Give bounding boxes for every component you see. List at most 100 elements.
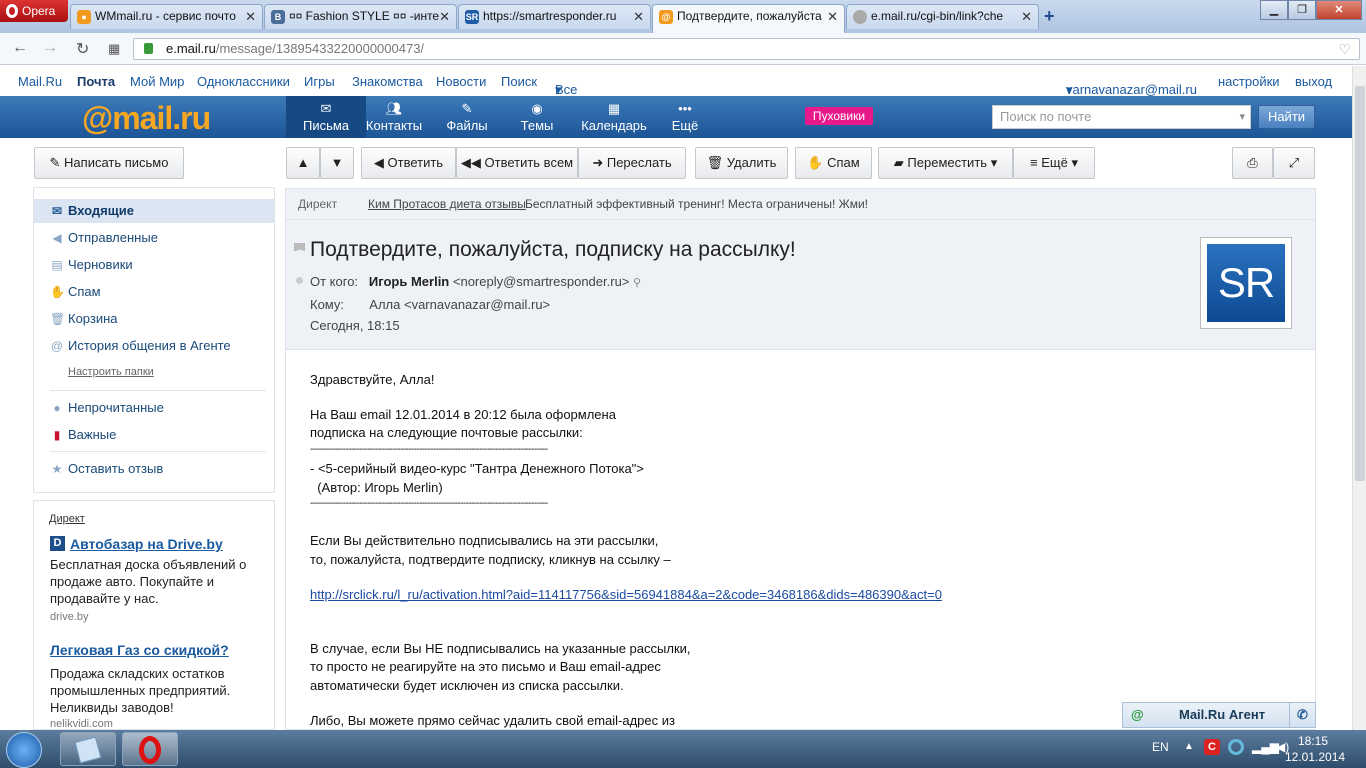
portal-link-games[interactable]: Игры (304, 74, 335, 89)
portal-link-search[interactable]: Поиск (501, 74, 537, 89)
tab-calendar[interactable]: ▦ Календарь (574, 96, 654, 138)
browser-tab-link[interactable]: e.mail.ru/cgi-bin/link?che ✕ (846, 4, 1039, 29)
taskbar-opera-icon[interactable] (122, 732, 178, 766)
portal-link-ok[interactable]: Одноклассники (197, 74, 290, 89)
ad-domain-2[interactable]: nelikvidi.com (50, 718, 113, 729)
tab-contacts[interactable]: 👥︎ Контакты (354, 96, 434, 138)
clock-date[interactable]: 12.01.2014 (1285, 750, 1345, 764)
body-line: автоматически будет исключен из списка р… (310, 678, 624, 693)
logout-link[interactable]: выход (1295, 74, 1332, 89)
mail-search-input[interactable]: Поиск по почте (992, 105, 1251, 129)
mailru-agent-bar[interactable]: @ Mail.Ru Агент ✆ (1122, 702, 1316, 728)
feedback-link[interactable]: ★ Оставить отзыв (34, 457, 274, 481)
network-app-icon[interactable] (1228, 739, 1244, 755)
search-icon[interactable]: ⚲ (633, 277, 641, 289)
reply-button[interactable]: ◀ Ответить (361, 147, 456, 179)
portal-link-pochta[interactable]: Почта (77, 74, 115, 89)
close-window-icon[interactable]: ✕ (1316, 0, 1362, 20)
settings-link[interactable]: настройки (1218, 74, 1280, 89)
filter-unread[interactable]: ● Непрочитанные (34, 396, 274, 420)
back-icon[interactable]: ← (12, 39, 28, 57)
portal-link-news[interactable]: Новости (436, 74, 486, 89)
folder-drafts[interactable]: ▤ Черновики (34, 253, 274, 277)
mail-header: @mail.ru ✉ Письма 👥︎ Контакты ✎ Файлы ◉ Темы… (0, 96, 1352, 138)
antivirus-icon[interactable]: C (1204, 739, 1220, 755)
folder-agent-history[interactable]: @ История общения в Агенте (34, 334, 274, 358)
browser-tab-wmmail[interactable]: ● WMmail.ru - сервис почто ✕ (70, 4, 263, 29)
mailru-logo[interactable]: @mail.ru (82, 100, 211, 137)
body-line: подписка на следующие почтовые рассылки: (310, 425, 583, 440)
ads-label[interactable]: Директ (49, 513, 85, 525)
page-scrollbar[interactable] (1352, 66, 1366, 730)
move-button[interactable]: ▰ Переместить ▾ (878, 147, 1013, 179)
portal-link-mailru[interactable]: Mail.Ru (18, 74, 62, 89)
browser-tab-smartresponder[interactable]: SR https://smartresponder.ru ✕ (458, 4, 651, 29)
browser-tab-mailru-active[interactable]: @ Подтвердите, пожалуйста ✕ (652, 4, 845, 33)
search-button[interactable]: Найти (1258, 105, 1315, 129)
opera-logo-icon (6, 4, 18, 18)
from-row: От кого: Игорь Merlin <noreply@smartresp… (310, 274, 642, 289)
portal-link-dating[interactable]: Знакомства (352, 74, 423, 89)
direkt-link[interactable]: Ким Протасов диета отзывы (368, 189, 526, 219)
tab-more[interactable]: ••• Ещё (645, 96, 725, 138)
activation-link[interactable]: http://srclick.ru/l_ru/activation.html?a… (310, 587, 942, 602)
expand-icon: ⤢ (1288, 155, 1300, 170)
prev-message-button[interactable]: ▲ (286, 147, 320, 179)
spam-button[interactable]: ✋ Спам (795, 147, 872, 179)
ad-title-1[interactable]: Автобазар на Drive.by (70, 536, 223, 552)
message-subject: Подтвердите, пожалуйста, подписку на рас… (310, 238, 796, 261)
phone-icon[interactable]: ✆ (1289, 703, 1315, 727)
new-tab-button[interactable]: + (1044, 6, 1055, 27)
forward-icon[interactable]: → (42, 39, 58, 57)
expand-button[interactable]: ⤢ (1273, 147, 1315, 179)
promo-badge[interactable]: Пуховики (805, 107, 873, 125)
scrollbar-thumb[interactable] (1355, 86, 1365, 481)
configure-folders-link[interactable]: Настроить папки (68, 366, 154, 378)
signal-icon[interactable]: ▂▄▆ (1252, 740, 1279, 754)
filter-important[interactable]: ▮ Важные (34, 423, 274, 447)
folder-inbox[interactable]: ✉ Входящие (34, 199, 274, 223)
folder-spam[interactable]: ✋ Спам (34, 280, 274, 304)
bookmark-flag-icon: ▮ (53, 428, 61, 442)
close-tab-icon[interactable]: ✕ (439, 5, 450, 28)
next-message-button[interactable]: ▼ (320, 147, 354, 179)
taskbar-notepad-icon[interactable] (60, 732, 116, 766)
reload-icon[interactable]: ↻ (76, 39, 89, 59)
tab-files[interactable]: ✎ Файлы (427, 96, 507, 138)
minimize-icon[interactable]: ▁ (1260, 0, 1288, 20)
ad-title-2[interactable]: Легковая Газ со скидкой? (50, 642, 229, 658)
folder-sent[interactable]: ◀ Отправленные (34, 226, 274, 250)
close-tab-icon[interactable]: ✕ (1021, 5, 1032, 28)
tab-themes[interactable]: ◉ Темы (497, 96, 577, 138)
browser-tab-vk[interactable]: B ¤¤ Fashion STYLE ¤¤ -инте ✕ (264, 4, 457, 29)
url-field[interactable]: e.mail.ru/message/13895433220000000473/ … (133, 38, 1360, 60)
bookmark-heart-icon[interactable]: ♡ (1338, 39, 1351, 59)
forward-button[interactable]: ➜ Переслать (578, 147, 686, 179)
close-tab-icon[interactable]: ✕ (245, 5, 256, 28)
portal-link-moimir[interactable]: Мой Мир (130, 74, 184, 89)
more-actions-button[interactable]: ≡ Ещё ▾ (1013, 147, 1095, 179)
maximize-icon[interactable]: ❐ (1288, 0, 1316, 20)
print-button[interactable]: ⎙ (1232, 147, 1273, 179)
close-tab-icon[interactable]: ✕ (633, 5, 644, 28)
windows-start-icon[interactable] (6, 732, 42, 768)
close-tab-icon[interactable]: ✕ (827, 5, 838, 28)
compose-button[interactable]: ✎ Написать письмо (34, 147, 184, 179)
opera-menu-button[interactable]: Opera (0, 0, 68, 22)
sender-name[interactable]: Игорь Merlin (369, 274, 449, 289)
reply-all-button[interactable]: ◀◀ Ответить всем (456, 147, 578, 179)
delete-button[interactable]: 🗑︎ Удалить (695, 147, 788, 179)
read-status-icon[interactable] (296, 277, 303, 284)
language-indicator[interactable]: EN (1152, 740, 1169, 754)
mailru-icon: @ (659, 10, 673, 24)
folder-trash[interactable]: 🗑︎ Корзина (34, 307, 274, 331)
tray-arrow-icon[interactable]: ▲ (1184, 741, 1194, 752)
sender-email[interactable]: <noreply@smartresponder.ru> (453, 274, 630, 289)
ad-domain-1[interactable]: drive.by (50, 611, 89, 623)
divider (50, 390, 266, 391)
speed-dial-icon[interactable]: ▦ (108, 41, 120, 57)
agent-at-icon: @ (1131, 707, 1144, 722)
flag-icon[interactable] (294, 243, 305, 252)
clock-time[interactable]: 18:15 (1298, 734, 1328, 748)
calendar-icon: ▦ (607, 101, 621, 116)
